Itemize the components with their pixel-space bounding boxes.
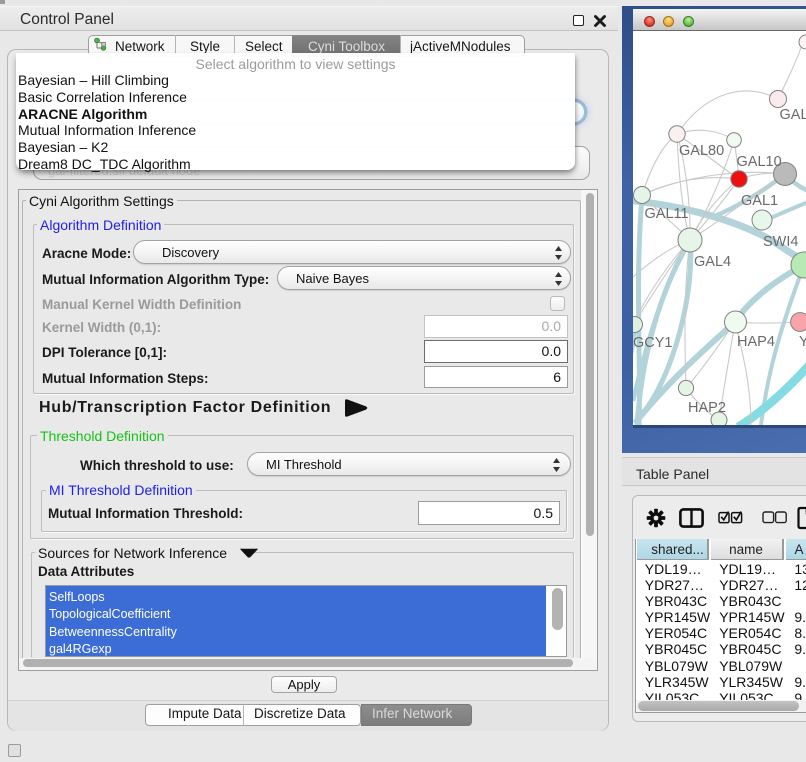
svg-text:GAL1: GAL1: [741, 193, 778, 209]
svg-text:GAL11: GAL11: [645, 206, 689, 222]
svg-text:HAP4: HAP4: [737, 334, 775, 350]
svg-text:GAL10: GAL10: [737, 154, 782, 170]
svg-text:GAL7: GAL7: [780, 107, 806, 123]
svg-text:GAL80: GAL80: [679, 143, 724, 159]
svg-text:GAL4: GAL4: [694, 254, 731, 270]
svg-text:SWI4: SWI4: [763, 234, 798, 250]
svg-text:HAP2: HAP2: [688, 400, 726, 416]
svg-text:Y: Y: [799, 334, 806, 350]
svg-text:GCY1: GCY1: [633, 335, 673, 351]
